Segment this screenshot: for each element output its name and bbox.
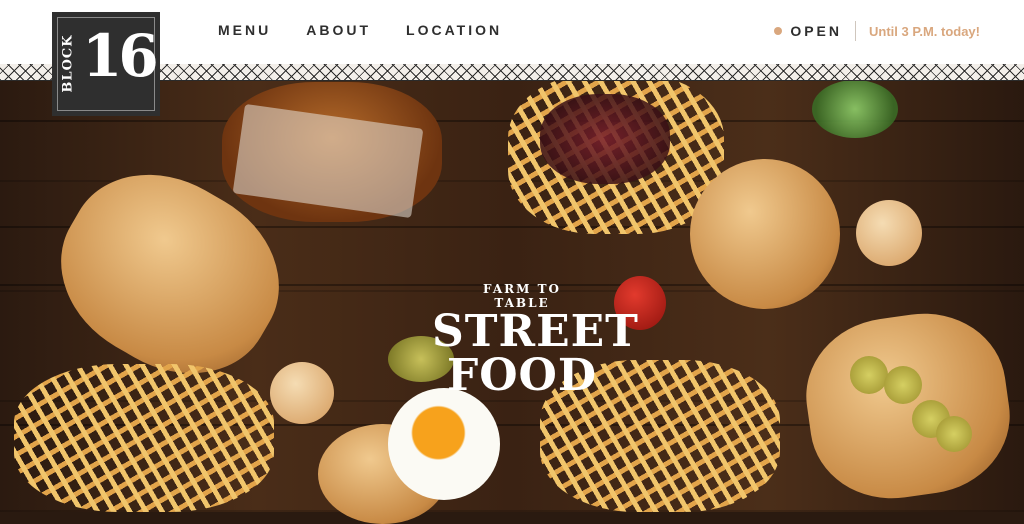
sauce-cup-image: [856, 200, 922, 266]
pickle-image: [884, 366, 922, 404]
fries-image: [14, 364, 274, 512]
main-nav: MENU ABOUT LOCATION: [218, 22, 502, 38]
hero-food-photo: FARM TO TABLE STREET FOOD: [0, 64, 1024, 524]
tagline-farm-to: FARM TO: [483, 282, 561, 296]
tagline-food: FOOD: [446, 350, 598, 401]
pickle-image: [850, 356, 888, 394]
nav-menu[interactable]: MENU: [218, 22, 271, 38]
status-open-label: OPEN: [790, 23, 842, 39]
pickle-image: [936, 416, 972, 452]
logo-word: BLOCK: [60, 34, 76, 93]
tagline-street: STREET: [432, 306, 639, 357]
status-dot-icon: [774, 27, 783, 35]
nav-about[interactable]: ABOUT: [306, 22, 371, 38]
logo[interactable]: BLOCK 16: [52, 12, 160, 116]
status-divider: [855, 21, 856, 41]
nav-location[interactable]: LOCATION: [406, 22, 502, 38]
open-status: OPEN Until 3 P.M. today!: [774, 21, 980, 41]
hero-tagline: FARM TO TABLE STREET FOOD: [432, 282, 639, 401]
sauce-image: [540, 94, 670, 184]
logo-number: 16: [82, 22, 159, 90]
fried-egg-image: [388, 388, 500, 500]
burger-image: [690, 159, 840, 309]
status-hours: Until 3 P.M. today!: [869, 23, 980, 39]
hot-dog-image: [796, 302, 1020, 510]
green-onion-image: [812, 80, 898, 138]
sauce-cup-image: [270, 362, 334, 424]
